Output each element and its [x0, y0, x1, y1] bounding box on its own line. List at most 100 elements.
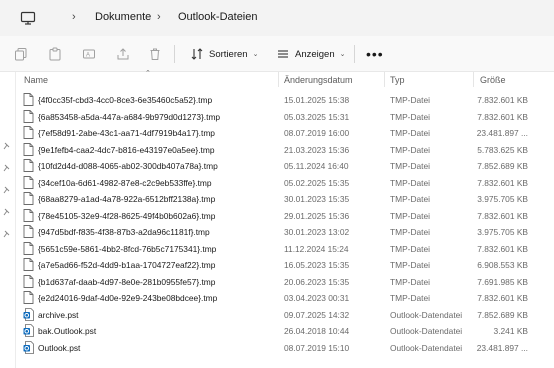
file-type: TMP-Datei [390, 128, 431, 138]
file-row[interactable]: {78e45105-32e9-4f28-8625-49f4b0b602a6}.t… [17, 208, 554, 224]
outlook-file-icon [23, 324, 34, 337]
view-list-icon [278, 50, 288, 58]
outlook-file-icon [23, 308, 34, 321]
column-header-name[interactable]: Name [24, 75, 48, 85]
column-header-type[interactable]: Typ [390, 75, 405, 85]
more-options-button[interactable]: ••• [366, 47, 384, 61]
file-icon [23, 143, 34, 156]
copy-button[interactable] [14, 45, 28, 63]
column-divider[interactable] [278, 72, 279, 87]
file-type: TMP-Datei [390, 161, 431, 171]
file-type: Outlook-Datendatei [390, 326, 463, 336]
column-divider[interactable] [473, 72, 474, 87]
file-name: {5651c59e-5861-4bb2-8fcd-76b5c7175341}.t… [38, 244, 217, 254]
file-row[interactable]: {7ef58d91-2abe-43c1-aa71-4df7919b4a17}.t… [17, 125, 554, 141]
rename-button[interactable]: A [82, 45, 96, 63]
chevron-down-icon: ⌄ [339, 51, 346, 58]
file-type: TMP-Datei [390, 112, 431, 122]
navigation-pane[interactable] [0, 72, 16, 368]
sort-button[interactable]: Sortieren ⌄ [190, 45, 258, 63]
file-row[interactable]: {e2d24016-9daf-4d0e-92e9-243be08bdcee}.t… [17, 290, 554, 306]
address-bar[interactable]: › Dokumente › Outlook-Dateien [0, 0, 554, 36]
breadcrumb-item-dokumente[interactable]: Dokumente [95, 11, 151, 23]
view-button[interactable]: Anzeigen ⌄ [276, 45, 346, 63]
column-divider[interactable] [384, 72, 385, 87]
paste-button[interactable] [48, 45, 62, 63]
computer-icon[interactable] [20, 10, 36, 26]
sort-icon [191, 48, 203, 60]
file-type: TMP-Datei [390, 145, 431, 155]
file-row[interactable]: {34cef10a-6d61-4982-87e8-c2c9eb533ffe}.t… [17, 175, 554, 191]
file-size: 7.832.601 KB [477, 95, 528, 105]
file-row[interactable]: {5651c59e-5861-4bb2-8fcd-76b5c7175341}.t… [17, 241, 554, 257]
pin-icon [3, 230, 10, 238]
file-type: TMP-Datei [390, 293, 431, 303]
paste-icon [49, 47, 61, 61]
file-icon [23, 225, 34, 238]
file-name: bak.Outlook.pst [38, 326, 97, 336]
file-type: TMP-Datei [390, 178, 431, 188]
breadcrumb-item-outlook-dateien[interactable]: Outlook-Dateien [178, 11, 258, 23]
pin-icon [3, 142, 10, 150]
view-label: Anzeigen [295, 48, 335, 60]
file-date: 16.05.2023 15:35 [284, 260, 350, 270]
file-name: {b1d637af-daab-4d97-8e0e-281b0955fe57}.t… [38, 277, 216, 287]
file-row[interactable]: Outlook.pst 08.07.2019 15:10 Outlook-Dat… [17, 340, 554, 356]
file-type: TMP-Datei [390, 260, 431, 270]
file-row[interactable]: {4f0cc35f-cbd3-4cc0-8ce3-6e35460c5a52}.t… [17, 92, 554, 108]
outlook-file-icon [23, 341, 34, 354]
column-header-size[interactable]: Größe [480, 75, 506, 85]
file-type: TMP-Datei [390, 227, 431, 237]
file-row[interactable]: {6a853458-a5da-447a-a684-9b979d0d1273}.t… [17, 109, 554, 125]
file-icon [23, 110, 34, 123]
file-icon [23, 192, 34, 205]
file-date: 03.04.2023 00:31 [284, 293, 350, 303]
file-name: {a7e5ad66-f52d-4dd9-b1aa-1704727eaf22}.t… [38, 260, 216, 270]
file-row[interactable]: {10fd2d4d-d088-4065-ab02-300db407a78a}.t… [17, 158, 554, 174]
file-name: {9e1fefb4-caa2-4dc7-b816-e43197e0a5ee}.t… [38, 145, 215, 155]
file-row[interactable]: {9e1fefb4-caa2-4dc7-b816-e43197e0a5ee}.t… [17, 142, 554, 158]
file-size: 23.481.897 ... [476, 128, 528, 138]
file-name: {34cef10a-6d61-4982-87e8-c2c9eb533ffe}.t… [38, 178, 212, 188]
file-icon [23, 93, 34, 106]
file-size: 5.783.625 KB [477, 145, 528, 155]
file-size: 7.852.689 KB [477, 161, 528, 171]
file-size: 3.241 KB [493, 326, 528, 336]
file-size: 7.852.689 KB [477, 310, 528, 320]
file-name: {7ef58d91-2abe-43c1-aa71-4df7919b4a17}.t… [38, 128, 215, 138]
file-size: 3.975.705 KB [477, 194, 528, 204]
file-size: 7.832.601 KB [477, 178, 528, 188]
file-row[interactable]: {68aa8279-a1ad-4a78-922a-6512bff2138a}.t… [17, 191, 554, 207]
file-row[interactable]: {a7e5ad66-f52d-4dd9-b1aa-1704727eaf22}.t… [17, 257, 554, 273]
file-icon [23, 159, 34, 172]
breadcrumb-separator-icon[interactable]: › [157, 11, 161, 23]
file-name: {947d5bdf-f835-4f38-87b3-a2da96c1181f}.t… [38, 227, 210, 237]
file-date: 08.07.2019 15:10 [284, 343, 350, 353]
file-name: {68aa8279-a1ad-4a78-922a-6512bff2138a}.t… [38, 194, 216, 204]
file-row[interactable]: {947d5bdf-f835-4f38-87b3-a2da96c1181f}.t… [17, 224, 554, 240]
breadcrumb-separator-icon[interactable]: › [72, 11, 76, 23]
chevron-down-icon: ⌄ [252, 51, 259, 58]
file-icon [23, 126, 34, 139]
column-header-date[interactable]: Änderungsdatum [284, 75, 353, 85]
share-button[interactable] [116, 45, 130, 63]
file-row[interactable]: {b1d637af-daab-4d97-8e0e-281b0955fe57}.t… [17, 274, 554, 290]
file-name: {10fd2d4d-d088-4065-ab02-300db407a78a}.t… [38, 161, 218, 171]
file-size: 7.691.985 KB [477, 277, 528, 287]
file-date: 29.01.2025 15:36 [284, 211, 350, 221]
file-type: Outlook-Datendatei [390, 310, 463, 320]
file-date: 09.07.2025 14:32 [284, 310, 350, 320]
file-row[interactable]: bak.Outlook.pst 26.04.2018 10:44 Outlook… [17, 323, 554, 339]
toolbar-divider [354, 45, 355, 63]
file-row[interactable]: archive.pst 09.07.2025 14:32 Outlook-Dat… [17, 307, 554, 323]
file-name: {e2d24016-9daf-4d0e-92e9-243be08bdcee}.t… [38, 293, 218, 303]
file-date: 21.03.2023 15:36 [284, 145, 350, 155]
file-size: 7.832.601 KB [477, 293, 528, 303]
column-header: Name Änderungsdatum Typ Größe [17, 72, 554, 87]
file-date: 15.01.2025 15:38 [284, 95, 350, 105]
file-date: 26.04.2018 10:44 [284, 326, 350, 336]
file-size: 23.481.897 ... [476, 343, 528, 353]
file-type: TMP-Datei [390, 244, 431, 254]
command-bar: A Sortieren ⌄ Anzeigen ⌄ ••• [0, 36, 554, 72]
delete-button[interactable] [148, 45, 162, 63]
